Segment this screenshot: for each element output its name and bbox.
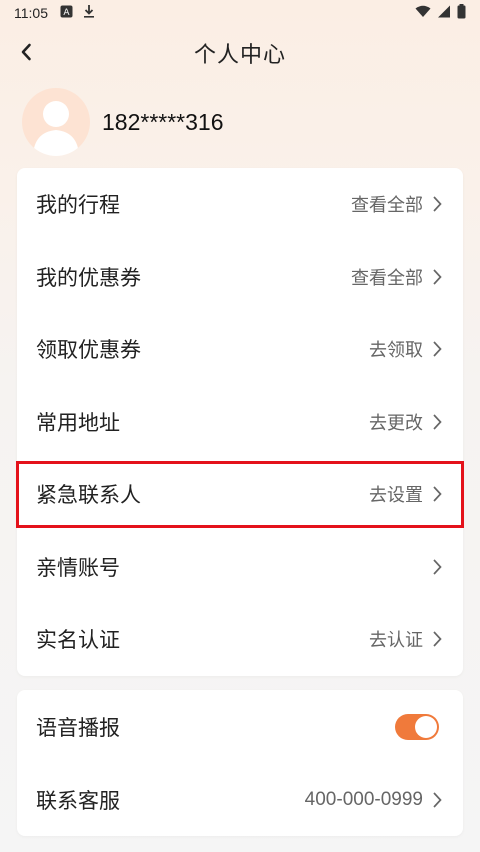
menu-item-label: 我的行程	[36, 193, 120, 218]
menu-item-label: 亲情账号	[36, 555, 120, 580]
chevron-left-icon	[21, 43, 31, 61]
menu-item-emergency-contact[interactable]: 紧急联系人 去设置	[16, 458, 464, 531]
menu-item-value: 去领取	[369, 340, 423, 362]
menu-item-value: 去更改	[369, 412, 423, 434]
svg-text:A: A	[63, 8, 70, 18]
status-left-icons: A	[60, 4, 95, 22]
phone-number: 182*****316	[102, 108, 224, 135]
a-badge-icon: A	[60, 5, 73, 22]
download-icon	[83, 4, 95, 22]
menu-item-real-name-verification[interactable]: 实名认证 去认证	[17, 603, 463, 676]
battery-icon	[457, 3, 466, 23]
wifi-icon	[415, 5, 431, 22]
menu-item-family-account[interactable]: 亲情账号	[17, 531, 463, 604]
service-phone: 400-000-0999	[304, 788, 423, 810]
menu-item-label: 实名认证	[36, 628, 120, 653]
menu-item-my-coupons[interactable]: 我的优惠券 查看全部	[17, 241, 463, 314]
settings-card: 语音播报 联系客服 400-000-0999	[17, 690, 463, 836]
signal-icon	[437, 5, 451, 22]
chevron-right-icon	[433, 486, 442, 502]
status-right-icons	[415, 3, 466, 23]
menu-item-value: 查看全部	[351, 195, 423, 217]
status-time: 11:05	[14, 5, 48, 21]
voice-broadcast-toggle[interactable]	[395, 713, 439, 740]
back-button[interactable]	[12, 38, 40, 66]
menu-item-label: 紧急联系人	[36, 483, 141, 508]
status-bar: 11:05 A	[0, 0, 480, 26]
setting-label: 联系客服	[36, 788, 120, 813]
menu-item-value: 去认证	[369, 630, 423, 652]
menu-item-claim-coupons[interactable]: 领取优惠券 去领取	[17, 313, 463, 386]
page-title: 个人中心	[193, 43, 286, 68]
chevron-right-icon	[433, 414, 442, 430]
setting-label: 语音播报	[36, 715, 120, 740]
chevron-right-icon	[433, 791, 442, 808]
chevron-right-icon	[433, 196, 442, 212]
menu-item-label: 领取优惠券	[36, 338, 141, 363]
chevron-right-icon	[433, 341, 442, 357]
menu-item-value: 去设置	[369, 485, 423, 507]
nav-bar: 个人中心	[0, 30, 480, 76]
chevron-right-icon	[433, 631, 442, 647]
person-icon	[33, 101, 79, 156]
menu-item-my-trips[interactable]: 我的行程 查看全部	[17, 168, 463, 241]
menu-item-value: 查看全部	[351, 267, 423, 289]
menu-item-label: 常用地址	[36, 410, 120, 435]
avatar[interactable]	[22, 88, 90, 156]
setting-contact-service[interactable]: 联系客服 400-000-0999	[17, 763, 463, 836]
menu-card: 我的行程 查看全部 我的优惠券 查看全部 领取优惠券 去领取 常用地址 去更改 …	[16, 168, 464, 676]
menu-item-frequent-addresses[interactable]: 常用地址 去更改	[17, 386, 463, 459]
profile-header[interactable]: 182*****316	[22, 88, 224, 156]
toggle-knob	[415, 715, 437, 738]
chevron-right-icon	[433, 559, 442, 575]
menu-item-label: 我的优惠券	[36, 265, 141, 290]
setting-voice-broadcast: 语音播报	[17, 690, 463, 763]
chevron-right-icon	[433, 269, 442, 285]
